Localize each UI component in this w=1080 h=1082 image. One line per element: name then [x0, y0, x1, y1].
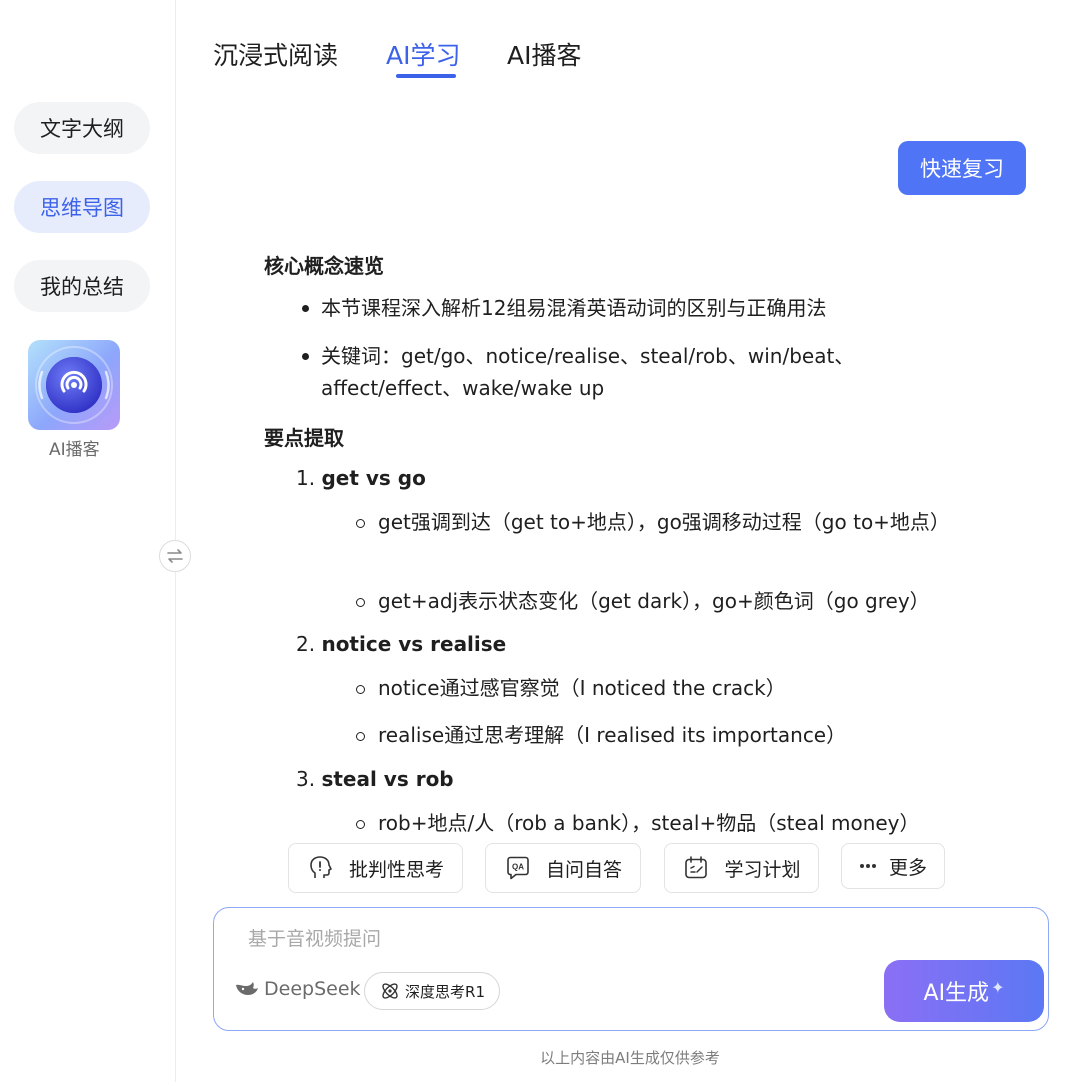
sidebar-item-label: 我的总结: [40, 275, 124, 299]
sub-list-item: realise通过思考理解（I realised its importance）: [356, 720, 966, 751]
active-tab-indicator: [396, 74, 456, 78]
bullet-ring: [356, 732, 365, 741]
sidebar-item-label: 文字大纲: [40, 117, 124, 141]
sub-list-item: get强调到达（get to+地点），go强调移动过程（go to+地点）: [356, 507, 956, 538]
item-title: notice vs realise: [321, 632, 507, 656]
sub-list-item: notice通过感官察觉（I noticed the crack）: [356, 673, 966, 704]
numbered-item: 2. notice vs realise: [296, 632, 507, 656]
ai-disclaimer: 以上内容由AI生成仅供参考: [540, 1049, 720, 1067]
sidebar-item-label: 思维导图: [40, 196, 124, 220]
swap-arrows-icon: [167, 549, 183, 563]
numbered-item: 3. steal vs rob: [296, 767, 454, 791]
tab-ai-podcast[interactable]: AI播客: [507, 36, 581, 72]
bullet-ring: [356, 685, 365, 694]
sidebar-item-text-outline[interactable]: 文字大纲: [14, 102, 150, 154]
deep-think-toggle[interactable]: 深度思考R1: [364, 972, 500, 1010]
critical-thinking-button[interactable]: 批判性思考: [288, 843, 463, 893]
bullet-ring: [356, 820, 365, 829]
numbered-item: 1. get vs go: [296, 466, 426, 490]
sub-list-item: rob+地点/人（rob a bank），steal+物品（steal mone…: [356, 808, 966, 839]
tab-ai-learning[interactable]: AI学习: [386, 36, 460, 72]
section-title-key-points: 要点提取: [264, 426, 344, 450]
deepseek-model-label[interactable]: DeepSeek: [234, 978, 361, 1000]
study-plan-button[interactable]: 学习计划: [664, 843, 819, 893]
calendar-edit-icon: [682, 854, 710, 882]
sparkle-icon: ✦: [991, 977, 1005, 997]
qa-icon: QA: [504, 854, 532, 882]
podcast-app-icon[interactable]: [28, 340, 120, 430]
more-dots-icon: [859, 863, 877, 869]
podcast-label: AI播客: [49, 440, 100, 460]
sidebar: 文字大纲 思维导图 我的总结 AI播客: [0, 0, 176, 1082]
sidebar-item-mind-map[interactable]: 思维导图: [14, 181, 150, 233]
lightbulb-head-icon: [307, 854, 335, 882]
bullet-ring: [356, 598, 365, 607]
bullet-ring: [356, 519, 365, 528]
section-title-core-concepts: 核心概念速览: [264, 254, 384, 278]
ai-generate-button[interactable]: AI生成 ✦: [884, 960, 1044, 1022]
whale-icon: [236, 982, 258, 995]
bullet-dot: [302, 353, 309, 360]
list-item: 关键词：get/go、notice/realise、steal/rob、win/…: [296, 340, 906, 404]
item-title: get vs go: [321, 466, 426, 490]
sub-list-item: get+adj表示状态变化（get dark），go+颜色词（go grey）: [356, 586, 966, 617]
item-title: steal vs rob: [321, 767, 454, 791]
panel-toggle-button[interactable]: [159, 540, 191, 572]
svg-text:QA: QA: [512, 863, 524, 872]
question-input-panel: DeepSeek 深度思考R1 AI生成 ✦: [213, 907, 1049, 1031]
list-item: 本节课程深入解析12组易混淆英语动词的区别与正确用法: [296, 292, 936, 324]
more-button[interactable]: 更多: [841, 843, 945, 889]
sidebar-item-my-summary[interactable]: 我的总结: [14, 260, 150, 312]
question-input[interactable]: [248, 924, 848, 954]
atom-icon: [382, 983, 398, 999]
self-qa-button[interactable]: QA 自问自答: [485, 843, 641, 893]
quick-review-button[interactable]: 快速复习: [898, 141, 1026, 195]
broadcast-icon: [35, 346, 113, 424]
bullet-dot: [302, 305, 309, 312]
tab-immersive-reading[interactable]: 沉浸式阅读: [213, 36, 338, 72]
